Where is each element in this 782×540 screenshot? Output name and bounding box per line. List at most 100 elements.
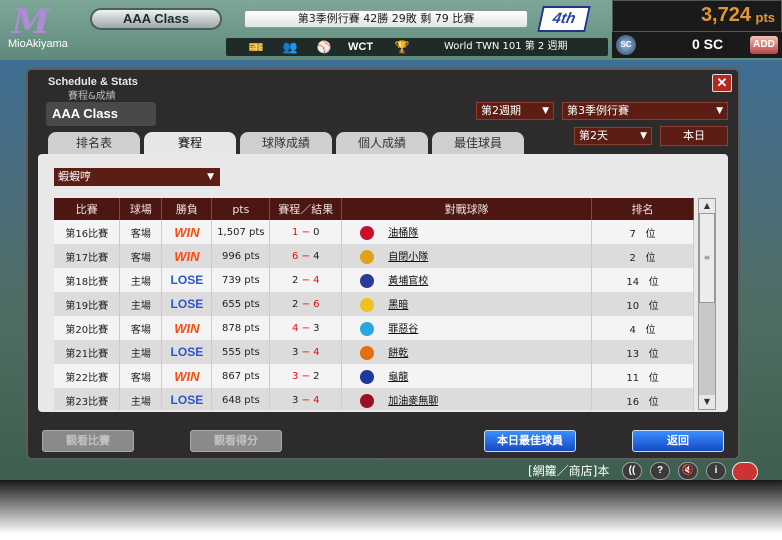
dialog-subtitle: 賽程&成績 — [68, 91, 116, 102]
opponent-link[interactable]: 黑暗 — [388, 300, 408, 311]
team-icon[interactable]: 👥 — [280, 39, 300, 55]
logo-mark: M — [12, 2, 50, 42]
score-cell: 3 − 4 — [269, 340, 343, 364]
score-own: 4 — [292, 322, 299, 334]
table-header: 比賽 球場 勝負 pts 賽程／結果 對戰球隊 排名 — [54, 198, 694, 220]
season-select-value: 第3季例行賽 — [567, 104, 629, 117]
opponent-link[interactable]: 罪惡谷 — [388, 324, 418, 335]
scroll-down-icon[interactable]: ▼ — [699, 395, 715, 409]
chevron-down-icon: ▼ — [542, 106, 549, 116]
pts-cell: 996 pts — [211, 244, 271, 268]
back-button[interactable]: 返回 — [632, 430, 724, 452]
score-opp: 3 — [313, 322, 320, 334]
result-badge: WIN — [174, 368, 200, 384]
add-sc-button[interactable]: ADD — [750, 36, 778, 54]
logo: M MioAkiyama — [0, 0, 80, 56]
rank-cell: 11 位 — [591, 364, 694, 388]
help-icon[interactable]: ? — [650, 462, 670, 480]
rank-unit: 位 — [645, 228, 656, 240]
rank-cell: 2 位 — [591, 244, 694, 268]
chat-icon[interactable] — [732, 462, 758, 480]
today-button[interactable]: 本日 — [660, 126, 728, 146]
opponent-link[interactable]: 自閉小隊 — [388, 252, 428, 263]
rank-unit: 位 — [645, 324, 656, 336]
close-button[interactable]: ✕ — [712, 74, 732, 92]
team-logo-icon — [360, 226, 375, 240]
season-select[interactable]: 第3季例行賽 ▼ — [562, 102, 728, 120]
result-cell: WIN — [161, 316, 213, 340]
score-opp: 4 — [313, 250, 320, 262]
tab-best-players[interactable]: 最佳球員 — [432, 132, 524, 154]
pts-cell: 739 pts — [211, 268, 271, 292]
rank-value: 7 — [629, 228, 636, 240]
score-own: 2 — [292, 298, 299, 310]
trophy-icon[interactable]: 🏆 — [392, 39, 412, 55]
team-filter-value: 蝦蝦哼 — [58, 170, 91, 183]
col-venue: 球場 — [119, 198, 163, 220]
tab-player-stats[interactable]: 個人成績 — [336, 132, 428, 154]
mute-icon[interactable]: 🔇 — [678, 462, 698, 480]
result-badge: LOSE — [170, 297, 204, 311]
opponent-cell: 餅乾 — [341, 340, 593, 364]
opponent-link[interactable]: 油桶隊 — [388, 228, 418, 239]
opponent-link[interactable]: 黃埔官校 — [388, 276, 428, 287]
game-cell: 第21比賽 — [54, 340, 121, 364]
rank-cell: 13 位 — [591, 340, 694, 364]
game-cell: 第17比賽 — [54, 244, 121, 268]
team-filter-select[interactable]: 蝦蝦哼 ▼ — [54, 168, 220, 186]
tab-schedule[interactable]: 賽程 — [144, 132, 236, 154]
team-logo-icon — [360, 274, 375, 288]
score-opp: 2 — [313, 370, 320, 382]
team-logo-icon — [360, 346, 375, 360]
chevron-down-icon: ▼ — [207, 172, 214, 182]
game-stage: M MioAkiyama AAA Class 第3季例行賽 42勝 29敗 剩 … — [0, 0, 782, 480]
table-row: 第20比賽 客場 WIN 878 pts 4 − 3 罪惡谷 4 位 — [54, 316, 694, 340]
rank-cell: 16 位 — [591, 388, 694, 410]
rank-cell: 4 位 — [591, 316, 694, 340]
score-own: 6 — [292, 250, 299, 262]
col-game: 比賽 — [54, 198, 121, 220]
today-best-player-button[interactable]: 本日最佳球員 — [484, 430, 576, 452]
pts-cell: 655 pts — [211, 292, 271, 316]
team-logo-icon — [360, 322, 375, 336]
scroll-up-icon[interactable]: ▲ — [699, 199, 715, 213]
nav-back-icon[interactable]: (( — [622, 462, 642, 480]
table-scrollbar[interactable]: ▲ ≡ ▼ — [698, 198, 716, 410]
score-cell: 2 − 4 — [269, 268, 343, 292]
tab-standings[interactable]: 排名表 — [48, 132, 140, 154]
info-icon[interactable]: i — [706, 462, 726, 480]
score-own: 2 — [292, 274, 299, 286]
opponent-cell: 黃埔官校 — [341, 268, 593, 292]
venue-cell: 主場 — [119, 388, 163, 410]
watch-score-button[interactable]: 觀看得分 — [190, 430, 282, 452]
result-cell: WIN — [161, 220, 213, 244]
opponent-cell: 加油麥無聊 — [341, 388, 593, 410]
score-opp: 4 — [313, 274, 320, 286]
class-pill: AAA Class — [90, 8, 222, 30]
col-rank: 排名 — [591, 198, 694, 220]
schedule-dialog: Schedule & Stats 賽程&成績 ✕ AAA Class 第2週期 … — [26, 68, 740, 460]
result-badge: LOSE — [170, 393, 204, 407]
opponent-link[interactable]: 加油麥無聊 — [388, 396, 438, 407]
bat-icon[interactable]: ⚾ — [314, 39, 334, 55]
watch-game-button[interactable]: 觀看比賽 — [42, 430, 134, 452]
tab-team-stats[interactable]: 球隊成績 — [240, 132, 332, 154]
wct-link[interactable]: WCT — [348, 38, 373, 56]
ticket-icon[interactable]: 🎫 — [246, 39, 266, 55]
day-select[interactable]: 第2天 ▼ — [574, 127, 652, 145]
pts-cell: 555 pts — [211, 340, 271, 364]
scroll-thumb[interactable]: ≡ — [699, 213, 715, 303]
score-opp: 0 — [313, 226, 320, 238]
points-unit: pts — [755, 10, 776, 25]
game-cell: 第20比賽 — [54, 316, 121, 340]
opponent-link[interactable]: 餅乾 — [388, 348, 408, 359]
game-cell: 第22比賽 — [54, 364, 121, 388]
score-own: 3 — [292, 370, 299, 382]
result-cell: LOSE — [161, 388, 213, 410]
score-own: 3 — [292, 346, 299, 358]
period-select-value: 第2週期 — [481, 104, 521, 117]
period-select[interactable]: 第2週期 ▼ — [476, 102, 554, 120]
opponent-link[interactable]: 龜龍 — [388, 372, 408, 383]
shop-link[interactable]: [網籮／商店]本 — [528, 462, 609, 479]
username: MioAkiyama — [8, 38, 68, 50]
